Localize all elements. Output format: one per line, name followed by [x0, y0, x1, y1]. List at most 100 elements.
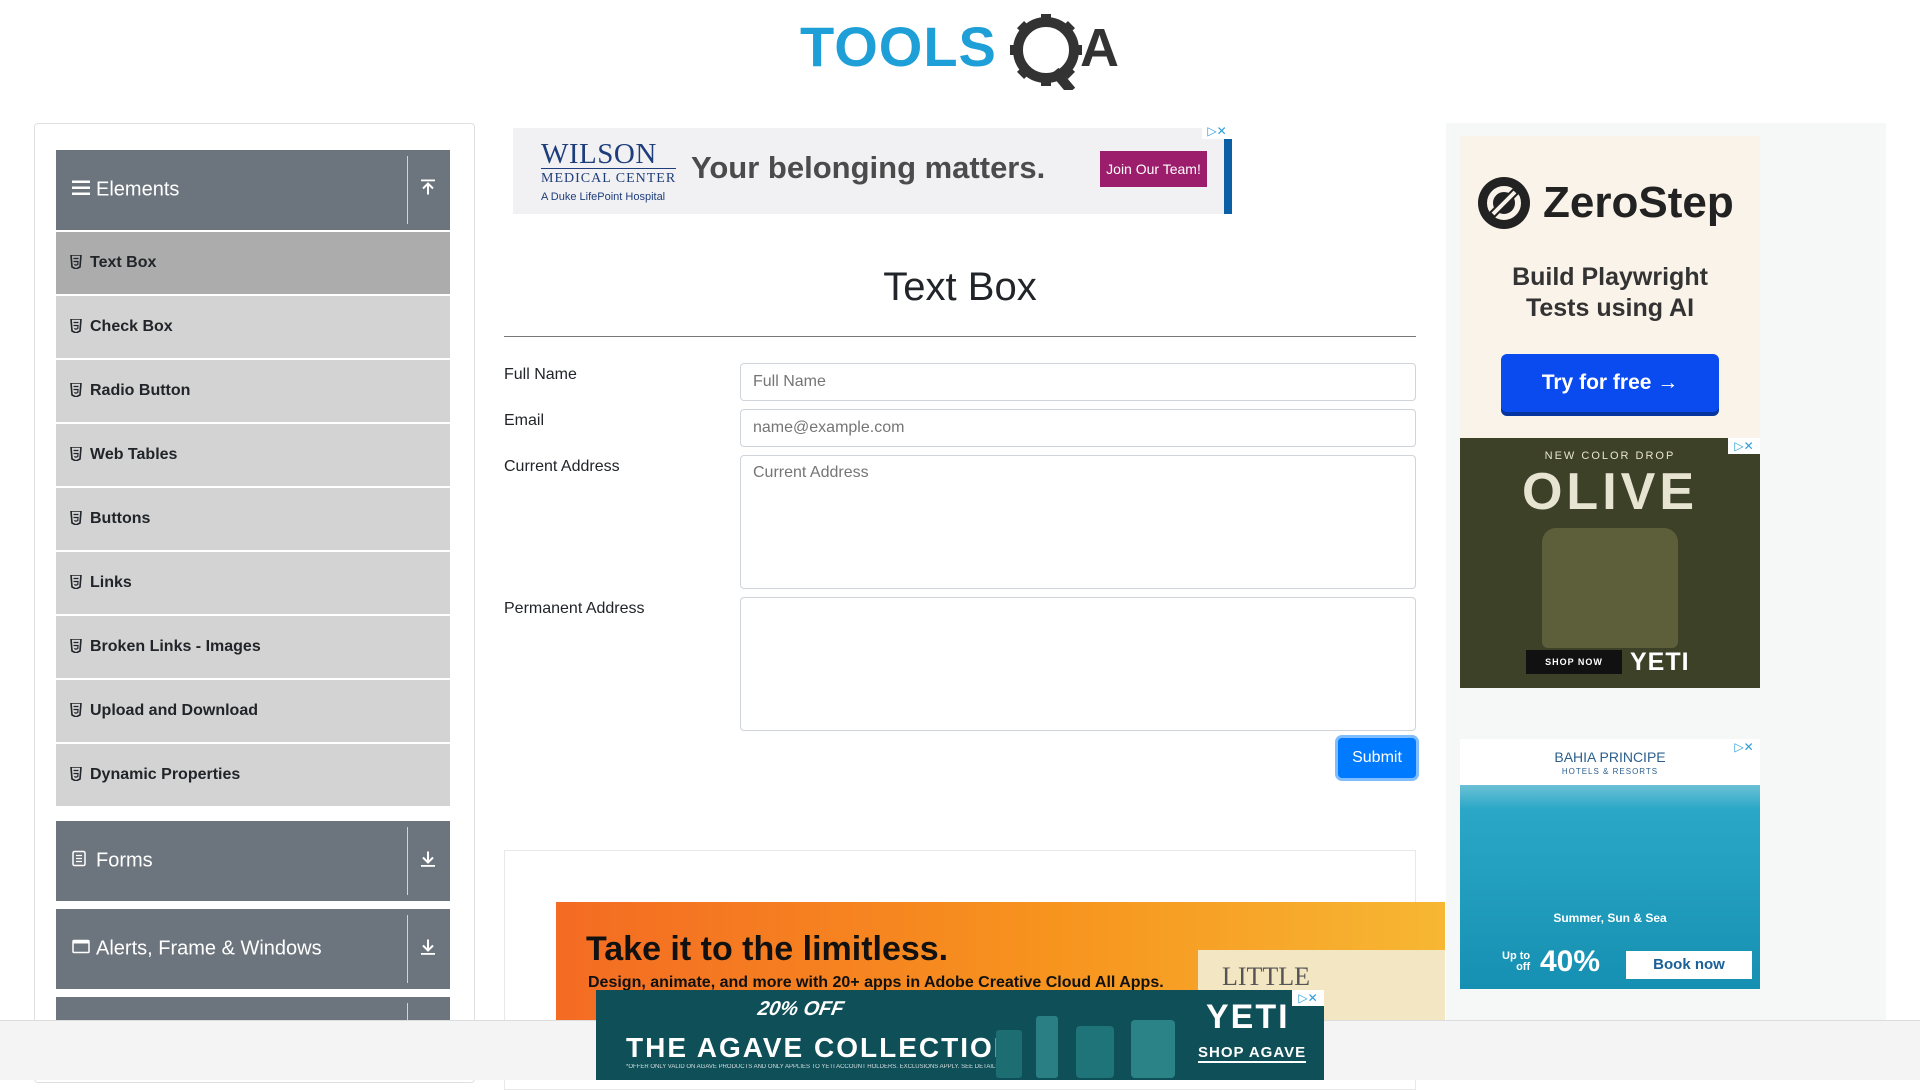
join-team-button[interactable]: Join Our Team!: [1100, 151, 1207, 187]
group-title: Alerts, Frame & Windows: [96, 937, 322, 960]
current-address-textarea[interactable]: [740, 455, 1416, 589]
zerostep-tagline-2: Tests using AI: [1525, 294, 1695, 322]
collapse-icon[interactable]: [420, 179, 436, 202]
hamburger-icon: [72, 180, 90, 201]
agave-title: THE AGAVE COLLECTION: [626, 1032, 1016, 1063]
sidebar-item-label: Upload and Download: [90, 702, 258, 719]
full-name-label: Full Name: [504, 366, 577, 383]
submit-button[interactable]: Submit: [1338, 738, 1416, 778]
zerostep-tagline: Build Playwright Tests using AI: [1460, 262, 1760, 324]
sidebar-item-label: Links: [90, 574, 132, 591]
bahia-upto: Up to off: [1502, 951, 1530, 973]
sidebar-item-radio-button[interactable]: Radio Button: [56, 360, 450, 422]
bahia-discount: 40%: [1540, 945, 1601, 978]
ad-yeti-olive[interactable]: NEW COLOR DROP OLIVE SHOP NOW YETI ▷✕: [1460, 438, 1760, 688]
agave-fine-print: *OFFER ONLY VALID ON AGAVE PRODUCTS AND …: [626, 1064, 1002, 1070]
sidebar-item-label: Text Box: [90, 254, 157, 271]
group-forms: Forms: [56, 821, 450, 901]
ad-bahia-principe[interactable]: BAHIA PRINCIPE HOTELS & RESORTS Summer, …: [1460, 739, 1760, 989]
yeti-brand: YETI: [1630, 648, 1690, 676]
html5-icon: [70, 574, 82, 594]
sidebar-item-label: Dynamic Properties: [90, 766, 241, 783]
adchoices-icon[interactable]: ▷✕: [1292, 990, 1324, 1006]
shop-now-button[interactable]: SHOP NOW: [1526, 650, 1622, 674]
zerostep-tagline-1: Build Playwright: [1512, 263, 1708, 291]
email-input[interactable]: [740, 409, 1416, 447]
sidebar-item-label: Broken Links - Images: [90, 638, 261, 655]
ad-slogan: Your belonging matters.: [691, 150, 1046, 185]
window-icon: [72, 939, 90, 959]
wilson-name: WILSON: [541, 138, 657, 170]
expand-icon[interactable]: [420, 850, 436, 873]
sidebar-item-label: Radio Button: [90, 382, 191, 399]
wilson-sub: MEDICAL CENTER: [541, 168, 677, 187]
shop-agave-button[interactable]: SHOP AGAVE: [1198, 1044, 1307, 1063]
group-title: Forms: [96, 849, 153, 872]
wilson-logo: WILSON MEDICAL CENTER A Duke LifePoint H…: [541, 138, 677, 203]
divider: [504, 336, 1416, 337]
zerostep-name: ZeroStep: [1543, 178, 1734, 227]
sidebar-item-label: Buttons: [90, 510, 151, 527]
bahia-slogan: Summer, Sun & Sea: [1553, 911, 1667, 925]
html5-icon: [70, 254, 82, 274]
toolsqa-logo[interactable]: TOOLS A: [800, 14, 1125, 95]
sidebar-item-text-box[interactable]: Text Box: [56, 232, 450, 294]
group-alerts: Alerts, Frame & Windows: [56, 909, 450, 989]
adchoices-icon[interactable]: ▷✕: [1728, 438, 1760, 454]
permanent-address-textarea[interactable]: [740, 597, 1416, 731]
agave-brand: YETI: [1206, 998, 1290, 1036]
sidebar-item-label: Web Tables: [90, 446, 178, 463]
sidebar-item-check-box[interactable]: Check Box: [56, 296, 450, 358]
adchoices-icon[interactable]: ▷✕: [1202, 123, 1232, 139]
html5-icon: [70, 318, 82, 338]
html5-icon: [70, 702, 82, 722]
group-header-forms[interactable]: Forms: [56, 821, 450, 901]
ad-yeti-agave[interactable]: 20% OFF THE AGAVE COLLECTION *OFFER ONLY…: [596, 990, 1324, 1080]
form-icon: [72, 850, 86, 872]
left-panel: Elements Text Box Check Box Radio Button…: [34, 123, 475, 1083]
page-title: Text Box: [883, 265, 1037, 309]
group-header-alerts[interactable]: Alerts, Frame & Windows: [56, 909, 450, 989]
book-now-button[interactable]: Book now: [1626, 951, 1752, 979]
full-name-input[interactable]: [740, 363, 1416, 401]
current-address-label: Current Address: [504, 458, 620, 475]
logo-text-a: A: [1080, 18, 1119, 78]
adobe-headline: Take it to the limitless.: [586, 930, 949, 968]
yeti-kicker: NEW COLOR DROP: [1544, 450, 1676, 462]
email-label: Email: [504, 412, 545, 429]
expand-icon[interactable]: [420, 938, 436, 961]
divider: [407, 156, 408, 224]
ad-zerostep[interactable]: ZeroStep Build Playwright Tests using AI…: [1460, 136, 1760, 438]
html5-icon: [70, 382, 82, 402]
html5-icon: [70, 446, 82, 466]
permanent-address-label: Permanent Address: [504, 600, 645, 617]
divider: [407, 915, 408, 983]
sidebar-item-buttons[interactable]: Buttons: [56, 488, 450, 550]
yeti-headline: OLIVE: [1521, 463, 1699, 521]
ad-banner-wilson[interactable]: WILSON MEDICAL CENTER A Duke LifePoint H…: [513, 123, 1232, 214]
group-header-elements[interactable]: Elements: [56, 150, 450, 230]
zerostep-logo: ZeroStep: [1477, 176, 1734, 230]
bahia-brand: BAHIA PRINCIPE: [1460, 739, 1760, 785]
agave-offer: 20% OFF: [756, 998, 846, 1020]
sidebar-item-links[interactable]: Links: [56, 552, 450, 614]
sidebar-item-label: Check Box: [90, 318, 173, 335]
adchoices-icon[interactable]: ▷✕: [1728, 739, 1760, 755]
logo-text-tools: TOOLS: [800, 15, 997, 78]
sidebar-item-upload-download[interactable]: Upload and Download: [56, 680, 450, 742]
cooler-bag-image: [1542, 528, 1678, 648]
bahia-upto-2: off: [1516, 961, 1531, 973]
divider: [407, 827, 408, 895]
bahia-sub: HOTELS & RESORTS: [1561, 767, 1659, 776]
html5-icon: [70, 766, 82, 786]
zerostep-icon: [1478, 177, 1530, 229]
group-elements: Elements Text Box Check Box Radio Button…: [56, 150, 450, 806]
sidebar-item-broken-links[interactable]: Broken Links - Images: [56, 616, 450, 678]
sidebar-item-dynamic-properties[interactable]: Dynamic Properties: [56, 744, 450, 806]
book-title: LITTLE: [1222, 962, 1311, 991]
wilson-tag: A Duke LifePoint Hospital: [541, 191, 666, 203]
html5-icon: [70, 510, 82, 530]
try-for-free-button[interactable]: Try for free →: [1501, 354, 1719, 412]
sidebar-item-web-tables[interactable]: Web Tables: [56, 424, 450, 486]
header: TOOLS A: [0, 0, 1920, 100]
